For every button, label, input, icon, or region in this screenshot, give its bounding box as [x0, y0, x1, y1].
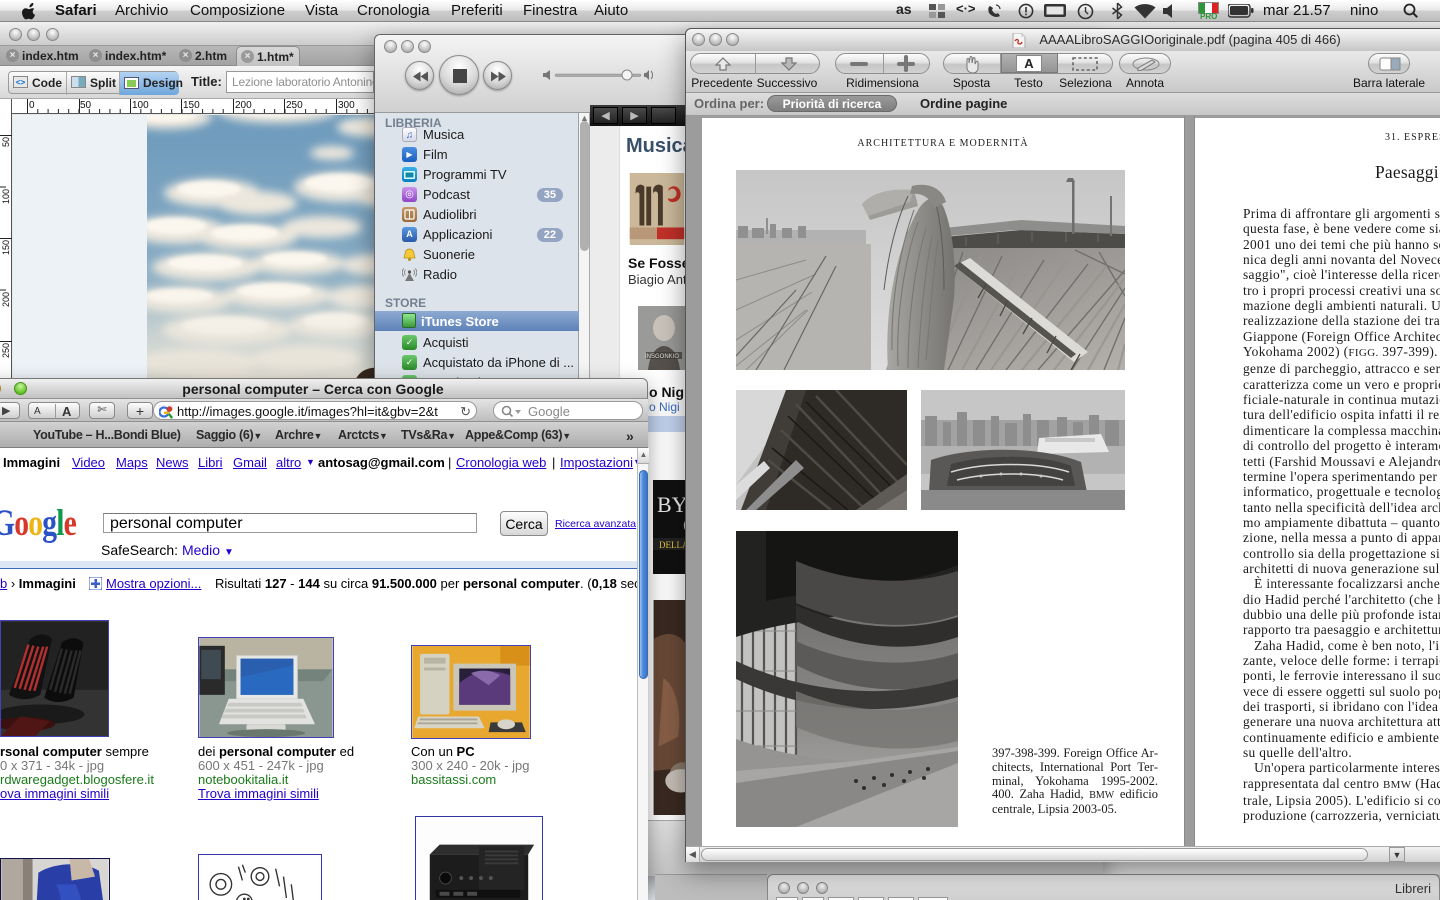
- svg-text:100: 100: [1, 189, 11, 204]
- svg-text:0: 0: [29, 100, 35, 111]
- svg-text:50: 50: [1, 137, 11, 147]
- svg-text:250: 250: [1, 343, 11, 358]
- svg-text:50: 50: [80, 100, 92, 111]
- svg-text:250: 250: [286, 100, 303, 111]
- svg-text:150: 150: [183, 100, 200, 111]
- svg-text:150: 150: [1, 240, 11, 255]
- svg-text:INSGONKIO: INSGONKIO: [645, 354, 679, 360]
- svg-text:200: 200: [1, 292, 11, 307]
